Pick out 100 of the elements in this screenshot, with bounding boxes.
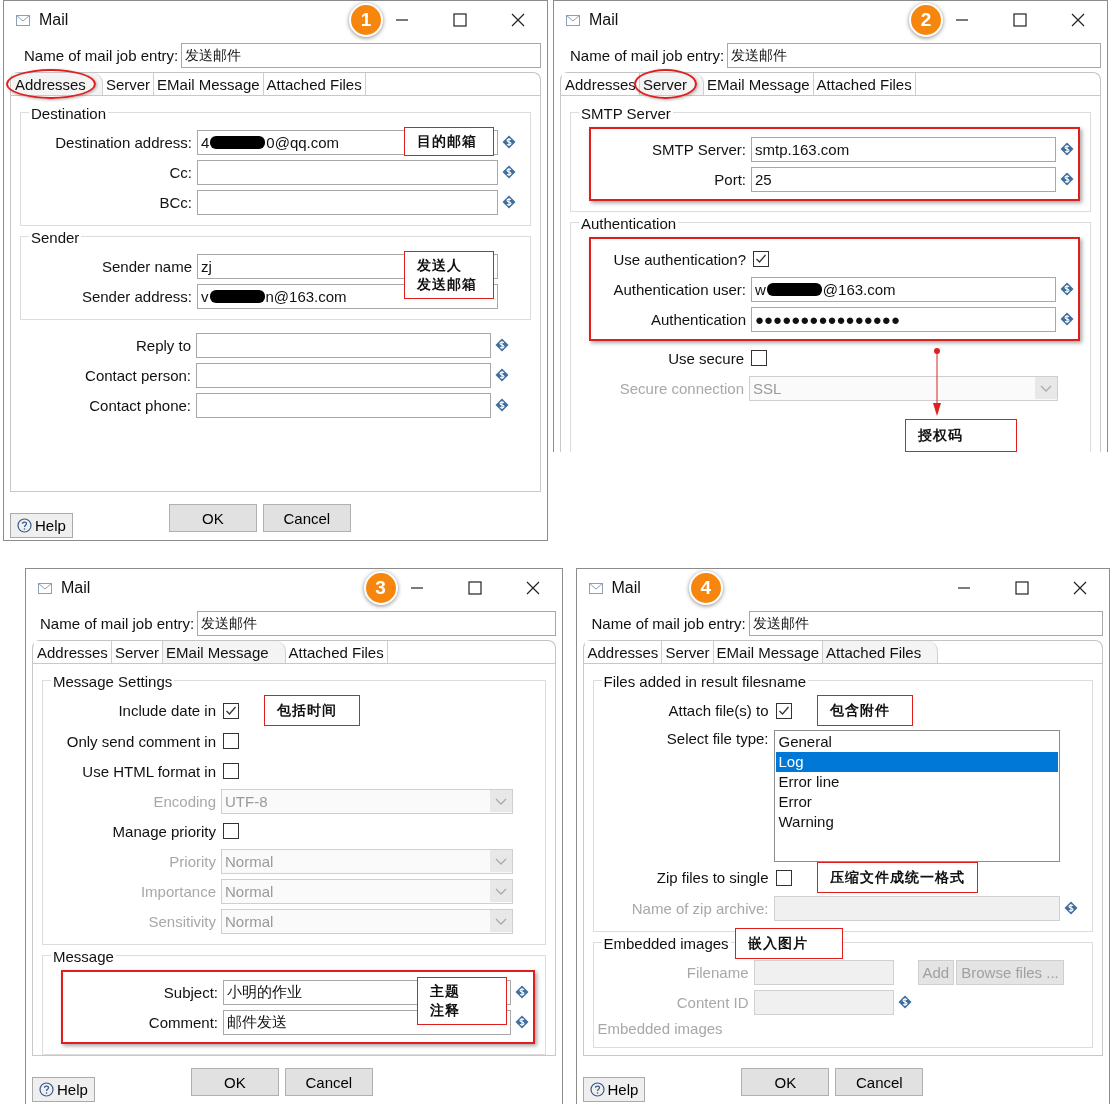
variable-icon[interactable] [514,1015,529,1029]
input-field[interactable]: 发送邮件 [748,611,1103,636]
checkbox-label: Zip files to single [655,869,770,886]
field-label: Name of mail job entry: [24,47,180,64]
list-item[interactable]: Log [775,752,1058,772]
field-label: Authentication user: [612,280,747,298]
button[interactable]: Cancel [284,1068,373,1096]
input-field[interactable]: 发送邮件 [727,43,1101,68]
step-badge: 2 [909,3,943,37]
annotation-text: 包括时间 [277,701,338,720]
tab[interactable]: Attached Files [263,73,366,95]
tab[interactable]: Attached Files [823,641,939,663]
annotation-text: 授权码 [918,425,964,445]
chevron-down-icon [489,790,512,812]
input-field[interactable]: w @163.com [751,276,1056,302]
tab[interactable]: Attached Files [285,641,388,663]
checkbox[interactable] [751,350,767,366]
checkbox-label: Use authentication? [612,250,747,268]
variable-icon[interactable] [1060,142,1074,156]
maximize-icon[interactable] [453,13,467,27]
close-icon[interactable] [1073,581,1087,595]
input-field[interactable]: 发送邮件 [181,43,541,68]
checkbox-label: Use secure [667,349,745,367]
input-field[interactable]: 25 [751,166,1056,192]
annotation-text: 主题 [429,982,461,1001]
field-label: Name of mail job entry: [40,615,196,632]
field-label: Authentication [649,310,747,328]
variable-icon[interactable] [495,338,509,352]
tab[interactable]: Addresses [34,641,112,663]
button[interactable]: OK [168,504,257,532]
input-field[interactable]: smtp.163.com [751,136,1056,162]
help-icon [17,517,32,533]
step-badge: 3 [363,571,398,605]
checkbox[interactable] [223,702,239,719]
help-icon [589,1081,605,1097]
checkbox[interactable] [223,733,239,749]
list-item[interactable]: Error [775,792,1058,812]
input-field[interactable] [196,392,491,418]
close-icon[interactable] [1071,13,1085,27]
field-label: Name of mail job entry: [591,615,747,632]
input-field[interactable] [196,362,491,388]
annotation-text: 发送人 [417,256,463,275]
variable-icon[interactable] [514,985,529,999]
field-label: Filename [685,963,750,981]
variable-icon[interactable] [502,165,516,179]
input-field[interactable]: ●●●●●●●●●●●●●●●● [751,306,1056,332]
envelope-icon [16,14,30,26]
button[interactable]: OK [190,1068,279,1096]
field-label: Cc: [168,163,193,181]
checkbox-label: Manage priority [111,822,217,840]
checkbox[interactable] [775,702,792,719]
field-label: SMTP Server: [651,140,747,158]
tab[interactable]: Addresses [562,73,640,95]
maximize-icon[interactable] [467,581,482,595]
input-field[interactable] [196,332,491,358]
field-label: Reply to [134,336,192,354]
tab[interactable]: Addresses [584,641,663,663]
envelope-icon [588,582,603,594]
window-title: Mail [611,579,641,597]
input-field[interactable] [197,189,498,215]
close-icon[interactable] [525,581,540,595]
variable-icon[interactable] [1060,282,1074,296]
annotation-text: 嵌入图片 [747,933,809,953]
annotation-text: 压缩文件成统一格式 [829,868,965,887]
variable-icon[interactable] [495,368,509,382]
checkbox-label: Attach file(s) to [667,702,770,719]
checkbox[interactable] [775,869,792,886]
variable-icon[interactable] [1060,172,1074,186]
checkbox[interactable] [223,823,239,839]
field-label: BCc: [158,193,193,211]
variable-icon[interactable] [502,135,516,149]
window-title: Mail [39,11,69,29]
checkbox[interactable] [753,251,769,267]
help-button[interactable]: Help [582,1076,646,1102]
field-label: Destination address: [54,133,193,151]
input-field[interactable] [197,159,498,185]
list-item[interactable]: Warning [775,812,1058,832]
variable-icon[interactable] [502,195,516,209]
tab[interactable]: EMail Message [163,641,286,663]
field-label: Content ID [675,993,750,1011]
button[interactable]: Cancel [262,504,351,532]
checkbox-label: Include date in [117,702,217,719]
field-label: Sensitivity [147,912,217,930]
list-item[interactable]: Error line [775,772,1058,792]
button[interactable]: OK [741,1068,830,1096]
maximize-icon[interactable] [1013,13,1027,27]
tab[interactable]: Attached Files [813,73,916,95]
input-field[interactable]: 发送邮件 [197,611,556,636]
close-icon[interactable] [511,13,525,27]
maximize-icon[interactable] [1015,581,1029,595]
variable-icon[interactable] [495,398,509,412]
variable-icon[interactable] [1060,312,1074,326]
help-button[interactable]: Help [32,1076,95,1102]
step-badge: 1 [349,3,383,37]
button[interactable]: Cancel [835,1068,924,1096]
checkbox-label: Only send comment in [65,732,217,750]
list-item[interactable]: General [775,732,1058,752]
checkbox[interactable] [223,763,239,779]
help-button[interactable]: Help [10,512,73,538]
field-label: Secure connection [618,379,745,397]
